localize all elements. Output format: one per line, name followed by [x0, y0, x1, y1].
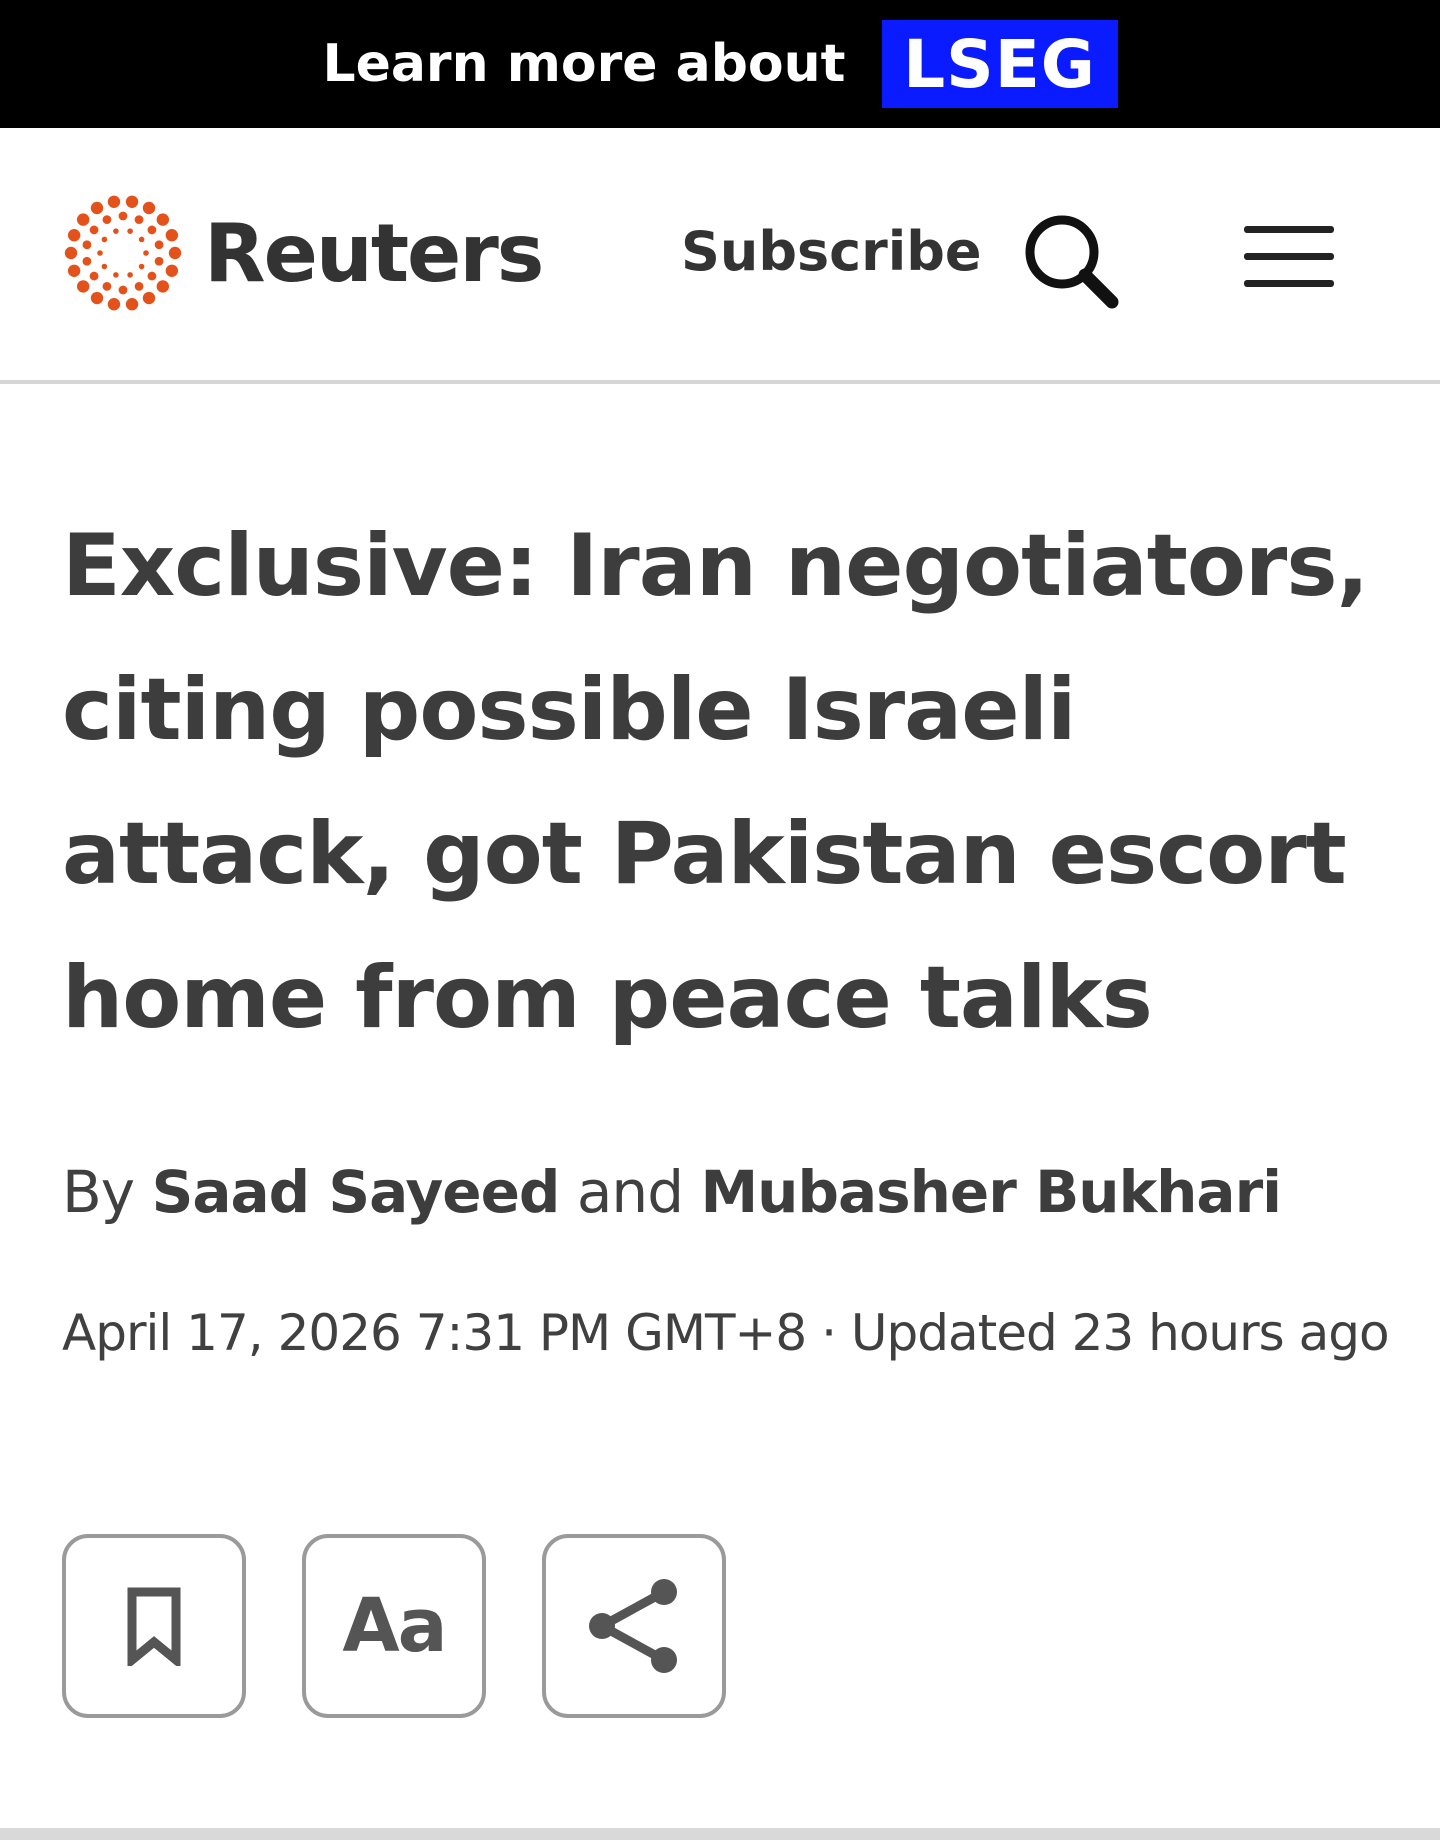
article-tools: Aa: [62, 1534, 726, 1718]
byline-prefix: By: [62, 1158, 135, 1226]
hamburger-menu-icon: [1244, 226, 1334, 287]
ad-brand-badge: LSEG: [881, 20, 1118, 108]
logo-dot: [107, 298, 121, 311]
logo-dot: [156, 280, 170, 293]
byline: By Saad Sayeed and Mubasher Bukhari: [62, 1152, 1392, 1232]
text-size-label: Aa: [342, 1583, 447, 1669]
logo-dot: [125, 195, 139, 208]
share-icon: [589, 1579, 677, 1673]
logo-dot: [127, 228, 133, 234]
logo-dot: [64, 246, 78, 260]
logo-dot: [165, 229, 179, 242]
bookmark-button[interactable]: [62, 1534, 246, 1718]
logo-dot: [134, 281, 144, 291]
reuters-logo-icon: [64, 195, 182, 311]
logo-dot: [125, 298, 139, 311]
logo-dot: [142, 201, 156, 215]
bottom-divider: [0, 1828, 1440, 1840]
site-header: Reuters Subscribe: [0, 128, 1440, 384]
text-size-button[interactable]: Aa: [302, 1534, 486, 1718]
logo-dot: [147, 225, 157, 235]
logo-dot: [76, 280, 90, 293]
logo-dot: [156, 213, 170, 226]
logo-dot: [76, 213, 90, 226]
logo-dot: [67, 264, 81, 277]
reuters-logo[interactable]: Reuters: [60, 190, 544, 316]
logo-dot: [138, 236, 145, 243]
menu-button[interactable]: [1244, 218, 1334, 294]
logo-dot: [127, 272, 133, 278]
logo-dot: [134, 215, 144, 225]
logo-dot: [168, 246, 182, 260]
logo-dot: [143, 250, 149, 256]
search-button[interactable]: [1018, 208, 1124, 314]
logo-dot: [97, 250, 103, 256]
logo-dot: [113, 228, 119, 234]
article-dateline: April 17, 2026 7:31 PM GMT+8 · Updated 2…: [62, 1304, 1390, 1362]
logo-dot: [102, 281, 112, 291]
logo-dot: [82, 256, 92, 266]
article-headline: Exclusive: Iran negotiators, citing poss…: [62, 516, 1369, 1048]
logo-dot: [89, 271, 99, 281]
logo-dot: [101, 263, 108, 270]
byline-conjunction: and: [576, 1158, 684, 1226]
subscribe-link[interactable]: Subscribe: [681, 220, 982, 283]
logo-dot: [102, 215, 112, 225]
logo-dot: [90, 201, 104, 215]
logo-dot: [101, 236, 108, 243]
search-icon: [1025, 215, 1119, 309]
logo-dot: [107, 195, 121, 208]
bookmark-icon: [127, 1587, 181, 1666]
logo-dot: [142, 291, 156, 305]
logo-dot: [67, 229, 81, 242]
logo-dot: [118, 285, 128, 295]
logo-dot: [147, 271, 157, 281]
share-button[interactable]: [542, 1534, 726, 1718]
logo-dot: [165, 264, 179, 277]
logo-dot: [113, 272, 119, 278]
logo-dot: [82, 240, 92, 250]
logo-dot: [90, 291, 104, 305]
author-link-1[interactable]: Saad Sayeed: [152, 1158, 561, 1226]
logo-wordmark: Reuters: [204, 206, 544, 300]
logo-dot: [89, 225, 99, 235]
ad-banner-text: Learn more about: [322, 34, 846, 94]
logo-dot: [154, 256, 164, 266]
logo-dot: [118, 211, 128, 221]
logo-dot: [138, 263, 145, 270]
author-link-2[interactable]: Mubasher Bukhari: [700, 1158, 1282, 1226]
logo-dot: [154, 240, 164, 250]
lseg-ad-banner[interactable]: Learn more about LSEG: [0, 0, 1440, 128]
